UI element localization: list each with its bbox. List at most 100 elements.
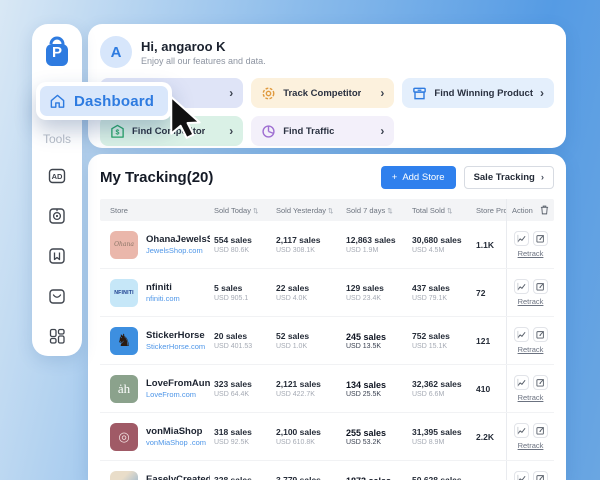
store-products-cell: 410 [472,384,506,394]
store-products-cell: 72 [472,288,506,298]
apps-grid-icon[interactable] [44,324,70,348]
edit-icon[interactable] [533,423,548,438]
analytics-icon[interactable] [514,375,529,390]
chevron-right-icon: › [229,86,233,100]
edit-icon[interactable] [533,471,548,480]
table-row[interactable]: ◎ vonMiaShop vonMiaShop .com 318 salesUS… [100,413,554,461]
retrack-link[interactable]: Retrack [518,441,544,450]
add-store-button[interactable]: + Add Store [381,166,456,189]
store-link[interactable]: vonMiaShop .com [146,438,206,447]
edit-icon[interactable] [533,375,548,390]
action-cell: Retrack [506,269,554,316]
total-sold-cell: 31,395 salesUSD 8.9M [408,427,472,446]
empty-card-slot [402,116,554,146]
action-cell: Retrack [506,221,554,268]
store-avatar: NFINITI [110,279,138,307]
logo-letter: P [41,44,73,61]
analytics-icon[interactable] [514,279,529,294]
sort-icon[interactable]: ⇅ [328,208,333,215]
store-name: nfiniti [146,282,180,294]
analytics-icon[interactable] [514,231,529,246]
analytics-icon[interactable] [514,423,529,438]
product-box-icon [412,86,427,101]
col-store-products[interactable]: Store Products [472,206,506,215]
sold-today-cell: 318 salesUSD 92.5K [210,427,272,446]
store-avatar: Ohana [110,231,138,259]
svg-text:AD: AD [52,172,63,181]
store-cell: ◎ vonMiaShop vonMiaShop .com [100,423,210,451]
total-sold-cell: 32,362 salesUSD 6.6M [408,379,472,398]
card-find-competitor[interactable]: $ Find Competitor › [100,116,243,146]
sidebar-item-dashboard[interactable]: Dashboard [36,82,172,120]
greeting-subtitle: Enjoy all our features and data. [141,56,266,66]
card-find-winning-product[interactable]: Find Winning Product › [402,78,554,108]
sold-yesterday-cell: 3,779 salesUSD 165.7K [272,475,342,480]
sold-yesterday-cell: 22 salesUSD 4.0K [272,283,342,302]
store-avatar: ȧh [110,375,138,403]
store-cell: NFINITI nfiniti nfiniti.com [100,279,210,307]
retrack-link[interactable]: Retrack [518,393,544,402]
store-products-cell: 2.2K [472,432,506,442]
plus-icon: + [392,172,398,183]
sold-7days-cell: 1873 salesUSD 17.3K [342,475,408,480]
sort-icon[interactable]: ⇅ [387,208,392,215]
sold-yesterday-cell: 2,117 salesUSD 308.1K [272,235,342,254]
retrack-link[interactable]: Retrack [518,249,544,258]
user-avatar[interactable]: A [100,36,132,68]
greeting-row: A Hi, angaroo K Enjoy all our features a… [100,36,554,68]
store-avatar [110,471,138,480]
sold-7days-cell: 255 salesUSD 53.2K [342,427,408,447]
sold-yesterday-cell: 2,121 salesUSD 422.7K [272,379,342,398]
product-research-icon[interactable] [44,204,70,228]
col-sold-yesterday[interactable]: Sold Yesterday⇅ [272,206,342,215]
store-link[interactable]: StickerHorse.com [146,342,205,351]
app-logo[interactable]: P [41,35,73,69]
store-cell: EaselyCreated EaselyCreated .com [100,471,210,480]
col-store[interactable]: Store [100,206,210,215]
store-link[interactable]: nfiniti.com [146,294,180,303]
chevron-right-icon: › [229,124,233,138]
sold-today-cell: 5 salesUSD 905.1 [210,283,272,302]
card-track-competitor[interactable]: Track Competitor › [251,78,394,108]
target-icon [261,86,276,101]
store-link[interactable]: LoveFrom.com [146,390,210,399]
store-icon[interactable] [44,284,70,308]
tools-label: Tools [43,132,71,146]
bookmark-icon[interactable] [44,244,70,268]
store-products-cell: 1.1K [472,240,506,250]
edit-icon[interactable] [533,327,548,342]
my-tracking-panel: My Tracking(20) + Add Store Sale Trackin… [88,154,566,480]
store-link[interactable]: JewelsShop.com [146,246,210,255]
table-row[interactable]: ♞ StickerHorse StickerHorse.com 20 sales… [100,317,554,365]
col-sold-7-days[interactable]: Sold 7 days⇅ [342,206,408,215]
sold-7days-cell: 12,863 salesUSD 1.9M [342,235,408,254]
store-products-cell: 121 [472,336,506,346]
table-row[interactable]: ȧh LoveFromAuntyHelen LoveFrom.com 323 s… [100,365,554,413]
analytics-icon[interactable] [514,471,529,480]
table-row[interactable]: Ohana OhanaJewelsShop JewelsShop.com 554… [100,221,554,269]
ads-icon[interactable]: AD [44,164,70,188]
analytics-icon[interactable] [514,327,529,342]
retrack-link[interactable]: Retrack [518,345,544,354]
sold-yesterday-cell: 52 salesUSD 1.0K [272,331,342,350]
svg-text:$: $ [116,129,120,136]
card-find-traffic[interactable]: Find Traffic › [251,116,394,146]
col-sold-today[interactable]: Sold Today⇅ [210,206,272,215]
sale-tracking-button[interactable]: Sale Tracking › [464,166,554,189]
edit-icon[interactable] [533,279,548,294]
store-name: EaselyCreated [146,474,210,480]
table-row[interactable]: EaselyCreated EaselyCreated .com 328 sal… [100,461,554,480]
sort-icon[interactable]: ⇅ [253,208,258,215]
col-total-sold[interactable]: Total Sold⇅ [408,206,472,215]
edit-icon[interactable] [533,231,548,246]
sold-7days-cell: 129 salesUSD 23.4K [342,283,408,302]
sort-icon[interactable]: ⇅ [447,208,452,215]
sold-yesterday-cell: 2,100 salesUSD 610.8K [272,427,342,446]
store-name: vonMiaShop [146,426,206,438]
table-row[interactable]: NFINITI nfiniti nfiniti.com 5 salesUSD 9… [100,269,554,317]
store-cell: ȧh LoveFromAuntyHelen LoveFrom.com [100,375,210,403]
retrack-link[interactable]: Retrack [518,297,544,306]
col-action: Action [506,199,554,221]
trash-icon[interactable] [540,205,549,215]
chevron-right-icon: › [540,86,544,100]
